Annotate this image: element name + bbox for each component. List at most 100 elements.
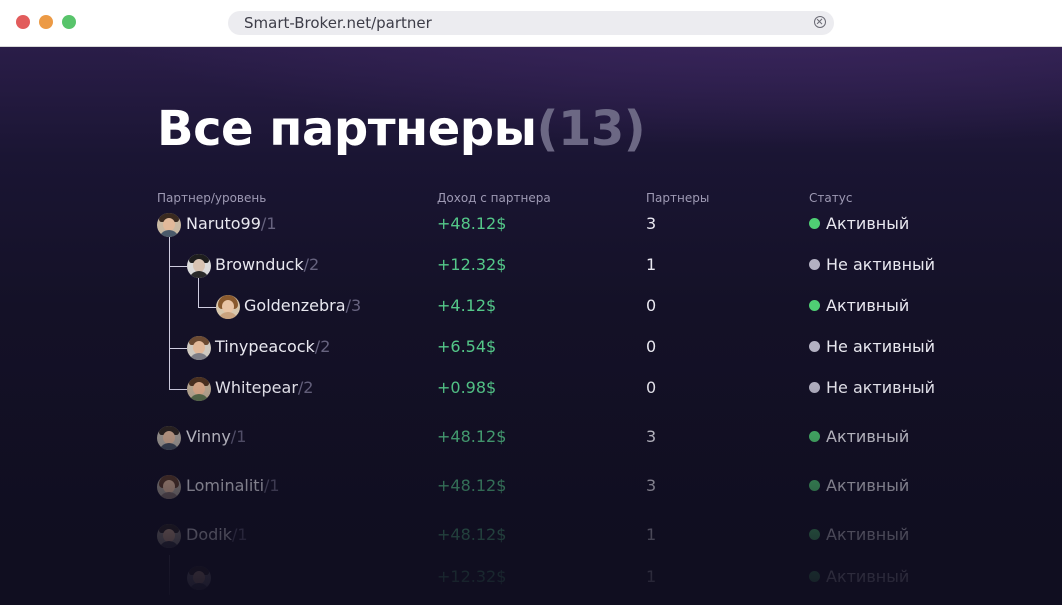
partner-name[interactable]: Tinypeacock/2 xyxy=(215,337,330,356)
partner-name-text: Brownduck xyxy=(215,255,304,274)
minimize-window-button[interactable] xyxy=(39,15,53,29)
partner-count: 1 xyxy=(646,255,657,274)
partners-page: Все партнеры(13) Партнер/уровень Доход с… xyxy=(0,47,1062,605)
partner-level: /2 xyxy=(303,255,320,274)
table-row[interactable]: Naruto99/1 +48.12$ 3 Активный xyxy=(0,210,1062,240)
partner-income: +48.12$ xyxy=(437,525,507,544)
status-dot xyxy=(809,300,820,311)
status-dot xyxy=(809,431,820,442)
status-dot xyxy=(809,218,820,229)
maximize-window-button[interactable] xyxy=(62,15,76,29)
table-row[interactable]: Dodik/1 +48.12$ 1 Активный xyxy=(0,521,1062,551)
status-text: Активный xyxy=(826,476,910,495)
status-text: Не активный xyxy=(826,378,936,397)
status-dot xyxy=(809,571,820,582)
partner-count: 3 xyxy=(646,427,657,446)
status-text: Активный xyxy=(826,427,910,446)
status-badge: Активный xyxy=(809,296,909,315)
status-text: Активный xyxy=(826,296,910,315)
table-row[interactable]: Lominaliti/1 +48.12$ 3 Активный xyxy=(0,472,1062,502)
partner-income: +12.32$ xyxy=(437,567,507,586)
avatar xyxy=(157,426,181,450)
status-text: Активный xyxy=(826,567,910,586)
column-header-partners[interactable]: Партнеры xyxy=(646,191,709,205)
column-header-status[interactable]: Статус xyxy=(809,191,852,205)
partner-name[interactable]: Goldenzebra/3 xyxy=(244,296,361,315)
table-row[interactable]: +12.32$ 1 Активный xyxy=(0,563,1062,593)
status-dot xyxy=(809,529,820,540)
partner-income: +4.12$ xyxy=(437,296,497,315)
partner-count: 0 xyxy=(646,378,657,397)
partner-count: 0 xyxy=(646,337,657,356)
table-row[interactable]: Brownduck/2 +12.32$ 1 Не активный xyxy=(0,251,1062,281)
partner-count: 1 xyxy=(646,567,657,586)
status-dot xyxy=(809,259,820,270)
partner-name[interactable]: Naruto99/1 xyxy=(186,214,277,233)
avatar xyxy=(187,566,211,590)
status-badge: Активный xyxy=(809,427,909,446)
address-bar[interactable]: Smart-Broker.net/partner xyxy=(228,11,834,35)
table-row[interactable]: Vinny/1 +48.12$ 3 Активный xyxy=(0,423,1062,453)
status-badge: Не активный xyxy=(809,378,935,397)
table-row[interactable]: Goldenzebra/3 +4.12$ 0 Активный xyxy=(0,292,1062,322)
partner-name[interactable]: Brownduck/2 xyxy=(215,255,319,274)
avatar xyxy=(187,254,211,278)
avatar xyxy=(157,475,181,499)
partner-name-text: Whitepear xyxy=(215,378,298,397)
page-title: Все партнеры(13) xyxy=(157,101,646,157)
status-text: Не активный xyxy=(826,255,936,274)
status-badge: Не активный xyxy=(809,255,935,274)
status-badge: Не активный xyxy=(809,337,935,356)
column-header-income[interactable]: Доход с партнера xyxy=(437,191,551,205)
partner-level: /2 xyxy=(297,378,314,397)
avatar xyxy=(157,524,181,548)
partner-name-text: Dodik xyxy=(186,525,232,544)
clear-url-icon[interactable] xyxy=(814,16,826,28)
page-title-text: Все партнеры xyxy=(157,101,537,157)
avatar xyxy=(187,377,211,401)
partner-name-text: Goldenzebra xyxy=(244,296,346,315)
status-badge: Активный xyxy=(809,476,909,495)
partner-name-text: Tinypeacock xyxy=(215,337,315,356)
partner-level: /1 xyxy=(230,427,247,446)
column-header-partner-level[interactable]: Партнер/уровень xyxy=(157,191,266,205)
partner-income: +6.54$ xyxy=(437,337,497,356)
partner-level: /1 xyxy=(231,525,248,544)
partner-name-text: Lominaliti xyxy=(186,476,265,495)
avatar xyxy=(157,213,181,237)
status-badge: Активный xyxy=(809,214,909,233)
partner-name[interactable]: Lominaliti/1 xyxy=(186,476,280,495)
partner-income: +48.12$ xyxy=(437,476,507,495)
table-row[interactable]: Tinypeacock/2 +6.54$ 0 Не активный xyxy=(0,333,1062,363)
partner-income: +12.32$ xyxy=(437,255,507,274)
close-window-button[interactable] xyxy=(16,15,30,29)
partner-name-text: Vinny xyxy=(186,427,231,446)
partner-income: +48.12$ xyxy=(437,427,507,446)
status-badge: Активный xyxy=(809,567,909,586)
status-dot xyxy=(809,341,820,352)
partner-income: +48.12$ xyxy=(437,214,507,233)
status-text: Активный xyxy=(826,525,910,544)
status-text: Активный xyxy=(826,214,910,233)
partner-level: /1 xyxy=(260,214,277,233)
table-row[interactable]: Whitepear/2 +0.98$ 0 Не активный xyxy=(0,374,1062,404)
browser-chrome: Smart-Broker.net/partner xyxy=(0,0,1062,47)
partner-count: 0 xyxy=(646,296,657,315)
partner-income: +0.98$ xyxy=(437,378,497,397)
partner-name-text: Naruto99 xyxy=(186,214,261,233)
partner-level: /1 xyxy=(264,476,280,495)
status-dot xyxy=(809,480,820,491)
partner-level: /2 xyxy=(314,337,331,356)
avatar xyxy=(187,336,211,360)
status-text: Не активный xyxy=(826,337,936,356)
avatar xyxy=(216,295,240,319)
partner-name[interactable]: Dodik/1 xyxy=(186,525,248,544)
partners-count: (13) xyxy=(536,101,646,157)
status-dot xyxy=(809,382,820,393)
partner-count: 3 xyxy=(646,214,657,233)
partner-level: /3 xyxy=(345,296,362,315)
partner-name[interactable]: Vinny/1 xyxy=(186,427,246,446)
status-badge: Активный xyxy=(809,525,909,544)
url-text: Smart-Broker.net/partner xyxy=(244,14,432,32)
partner-name[interactable]: Whitepear/2 xyxy=(215,378,313,397)
